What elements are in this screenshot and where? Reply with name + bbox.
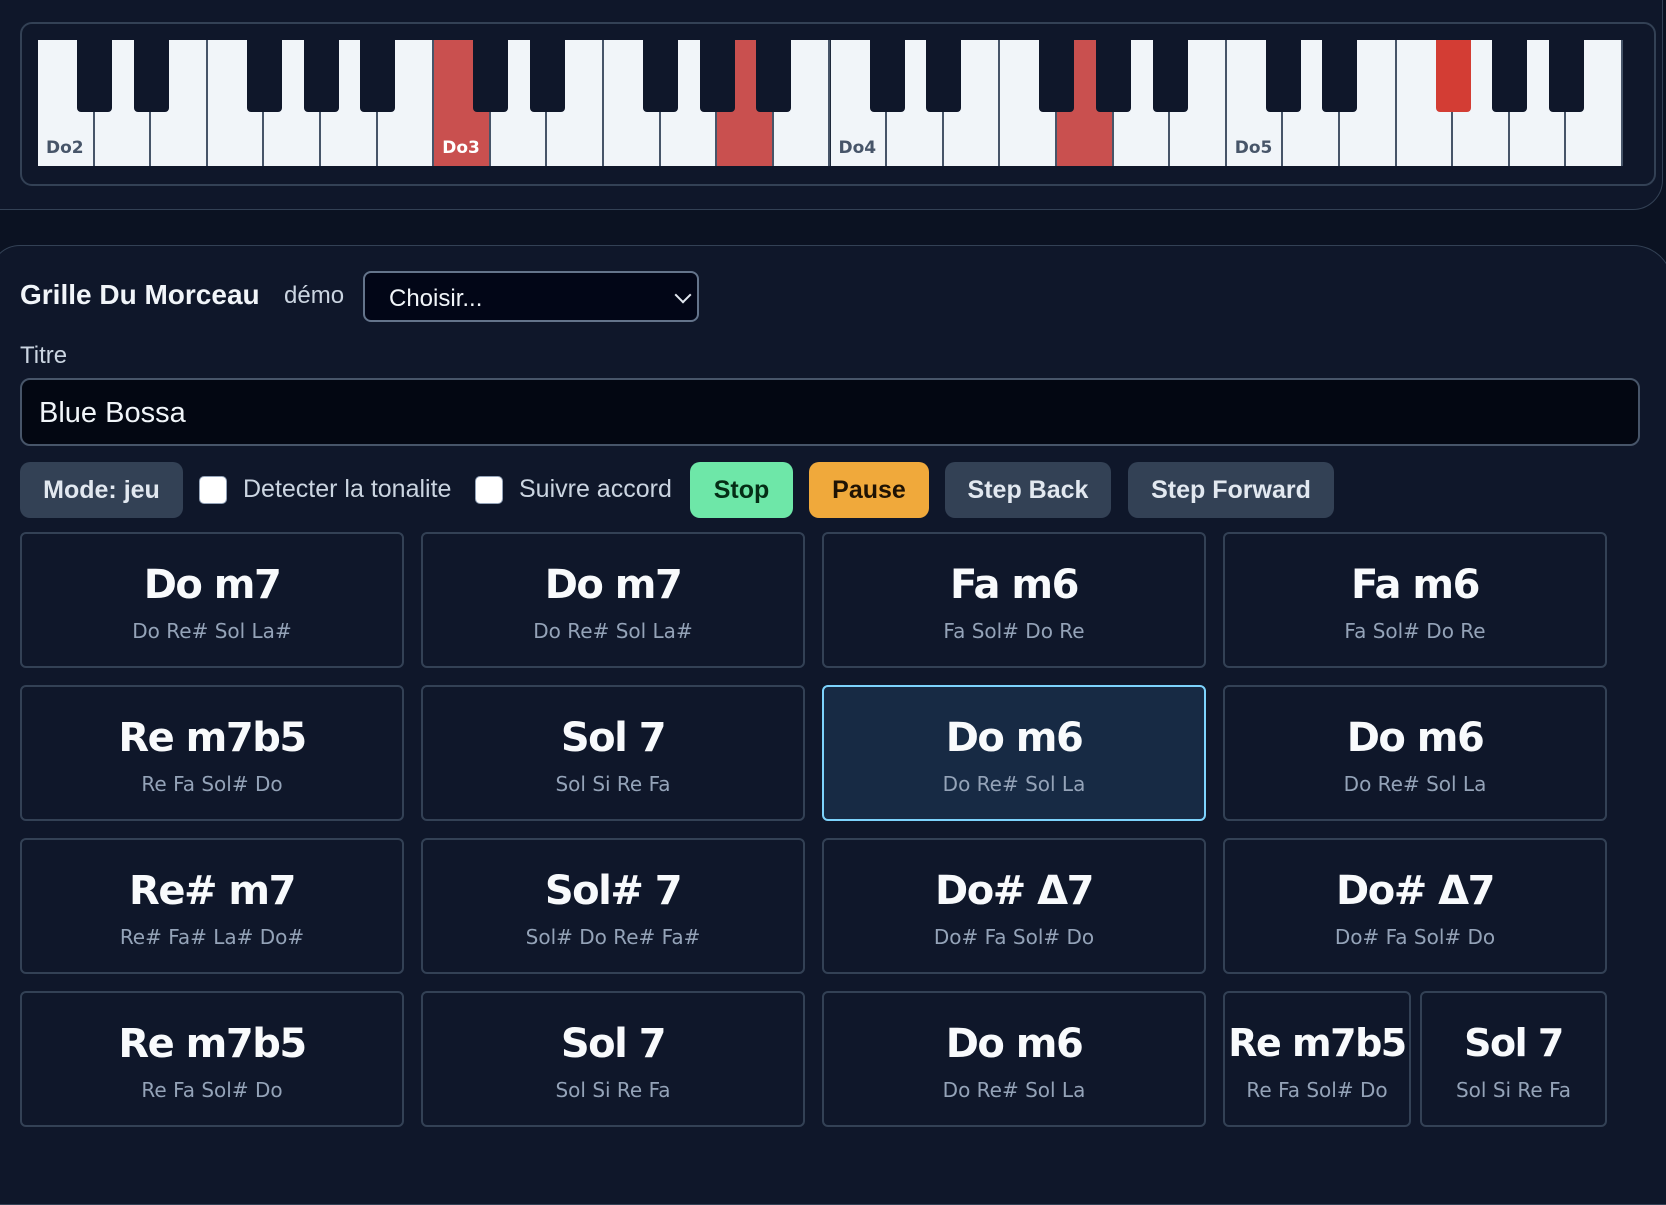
chord-name: Sol 7 (560, 1021, 667, 1067)
controls-toolbar: Mode: jeu Detecter la tonalite Suivre ac… (0, 462, 1666, 518)
chord-notes: Do# Fa Sol# Do (1334, 925, 1496, 949)
chord-name: Fa m6 (950, 562, 1079, 608)
chord-name: Do m6 (1346, 715, 1485, 761)
chord-name: Do# Δ7 (935, 868, 1094, 914)
chord-notes: Do Re# Sol La# (132, 619, 292, 643)
chord-cell[interactable]: Sol 7 Sol Si Re Fa (1420, 991, 1607, 1127)
chord-notes: Fa Sol# Do Re (1344, 619, 1486, 643)
chord-name: Do m7 (143, 562, 282, 608)
chevron-down-icon (674, 286, 692, 304)
demo-label: démo (284, 282, 345, 309)
chord-cell[interactable]: Sol 7 Sol Si Re Fa (421, 685, 805, 821)
piano-keyboard[interactable]: Do2 Do3 Do4 Do5 (38, 40, 1623, 166)
piano-key-re-sharp5[interactable] (1322, 40, 1358, 112)
piano-key-sol-sharp4[interactable] (1096, 40, 1132, 112)
piano-key-do-sharp2[interactable] (77, 40, 113, 112)
chord-cell[interactable]: Sol# 7 Sol# Do Re# Fa# (421, 838, 805, 974)
pause-button[interactable]: Pause (809, 462, 929, 518)
chord-notes: Sol Si Re Fa (1455, 1078, 1572, 1102)
chord-name: Do m6 (945, 1021, 1084, 1067)
piano-key-fa-sharp3[interactable] (643, 40, 679, 112)
chord-notes: Sol Si Re Fa (555, 772, 671, 796)
follow-chord-checkbox[interactable] (475, 476, 503, 504)
titre-input[interactable]: Blue Bossa (20, 378, 1640, 446)
piano-key-re-sharp3[interactable] (529, 40, 565, 112)
page-title: Grille Du Morceau (20, 279, 260, 310)
chord-notes: Sol# Do Re# Fa# (525, 925, 701, 949)
chord-cell[interactable]: Sol 7 Sol Si Re Fa (421, 991, 805, 1127)
piano-key-la-sharp2[interactable] (360, 40, 396, 112)
chord-cell[interactable]: Fa m6 Fa Sol# Do Re (822, 532, 1206, 668)
chord-cell[interactable]: Re m7b5 Re Fa Sol# Do (20, 991, 404, 1127)
piano-key-sol-sharp5[interactable] (1492, 40, 1528, 112)
chord-notes: Re Fa Sol# Do (141, 772, 283, 796)
piano-key-la-sharp4[interactable] (1152, 40, 1188, 112)
chord-notes: Fa Sol# Do Re (943, 619, 1085, 643)
piano-key-la-sharp3[interactable] (756, 40, 792, 112)
octave-label: Do4 (838, 138, 877, 158)
chord-notes: Do Re# Sol La (942, 772, 1086, 796)
piano-key-sol-sharp2[interactable] (303, 40, 339, 112)
demo-select-value: Choisir... (389, 285, 483, 312)
chord-name: Re m7b5 (118, 715, 307, 761)
piano-key-re-sharp4[interactable] (926, 40, 962, 112)
detect-key-label: Detecter la tonalite (243, 475, 452, 503)
chord-notes: Do Re# Sol La# (533, 619, 693, 643)
chord-notes: Re# Fa# La# Do# (119, 925, 305, 949)
chord-cell[interactable]: Do m6 Do Re# Sol La (1223, 685, 1607, 821)
piano-key-do-sharp5[interactable] (1265, 40, 1301, 112)
chord-name: Do m7 (544, 562, 683, 608)
chord-notes: Do Re# Sol La (942, 1078, 1086, 1102)
chord-name: Sol# 7 (544, 868, 683, 914)
octave-label: Do5 (1234, 138, 1273, 158)
chord-notes: Re Fa Sol# Do (141, 1078, 283, 1102)
chord-cell-current[interactable]: Do m6 Do Re# Sol La (822, 685, 1206, 821)
chord-cell[interactable]: Re m7b5 Re Fa Sol# Do (1223, 991, 1411, 1127)
chord-cell[interactable]: Re m7b5 Re Fa Sol# Do (20, 685, 404, 821)
chord-cell[interactable]: Do m6 Do Re# Sol La (822, 991, 1206, 1127)
chord-name: Do# Δ7 (1336, 868, 1495, 914)
octave-label: Do2 (46, 138, 84, 158)
step-forward-button[interactable]: Step Forward (1128, 462, 1334, 518)
octave-label: Do3 (442, 138, 480, 158)
mode-button[interactable]: Mode: jeu (20, 462, 183, 518)
piano-key-fa-sharp2[interactable] (246, 40, 282, 112)
chord-name: Re m7b5 (118, 1021, 307, 1067)
piano-key-fa-sharp4[interactable] (1039, 40, 1075, 112)
chord-name: Sol 7 (560, 715, 667, 761)
piano-key-la-sharp5[interactable] (1548, 40, 1584, 112)
chord-notes: Re Fa Sol# Do (1246, 1078, 1388, 1102)
chord-notes: Sol Si Re Fa (555, 1078, 671, 1102)
titre-label: Titre (20, 342, 68, 369)
chord-cell[interactable]: Do m7 Do Re# Sol La# (20, 532, 404, 668)
piano-key-do-sharp4[interactable] (869, 40, 905, 112)
chord-name: Sol 7 (1464, 1021, 1564, 1065)
detect-key-checkbox[interactable] (199, 476, 227, 504)
demo-select[interactable]: Choisir... (363, 271, 699, 322)
piano-key-sol-sharp3[interactable] (699, 40, 735, 112)
piano-key-do-sharp3[interactable] (473, 40, 509, 112)
chord-cell[interactable]: Do# Δ7 Do# Fa Sol# Do (1223, 838, 1607, 974)
chord-cell[interactable]: Re# m7 Re# Fa# La# Do# (20, 838, 404, 974)
chord-name: Do m6 (945, 715, 1084, 761)
chord-notes: Do Re# Sol La (1343, 772, 1487, 796)
chord-name: Fa m6 (1351, 562, 1480, 608)
follow-chord-label: Suivre accord (519, 475, 672, 503)
step-back-button[interactable]: Step Back (945, 462, 1111, 518)
chord-cell[interactable]: Do m7 Do Re# Sol La# (421, 532, 805, 668)
chord-notes: Do# Fa Sol# Do (933, 925, 1095, 949)
piano-key-re-sharp2[interactable] (133, 40, 169, 112)
chord-name: Re# m7 (129, 868, 296, 914)
piano-key-fa-sharp5[interactable] (1435, 40, 1471, 112)
chord-name: Re m7b5 (1228, 1021, 1407, 1065)
chord-cell[interactable]: Fa m6 Fa Sol# Do Re (1223, 532, 1607, 668)
stop-button[interactable]: Stop (690, 462, 793, 518)
chord-cell[interactable]: Do# Δ7 Do# Fa Sol# Do (822, 838, 1206, 974)
